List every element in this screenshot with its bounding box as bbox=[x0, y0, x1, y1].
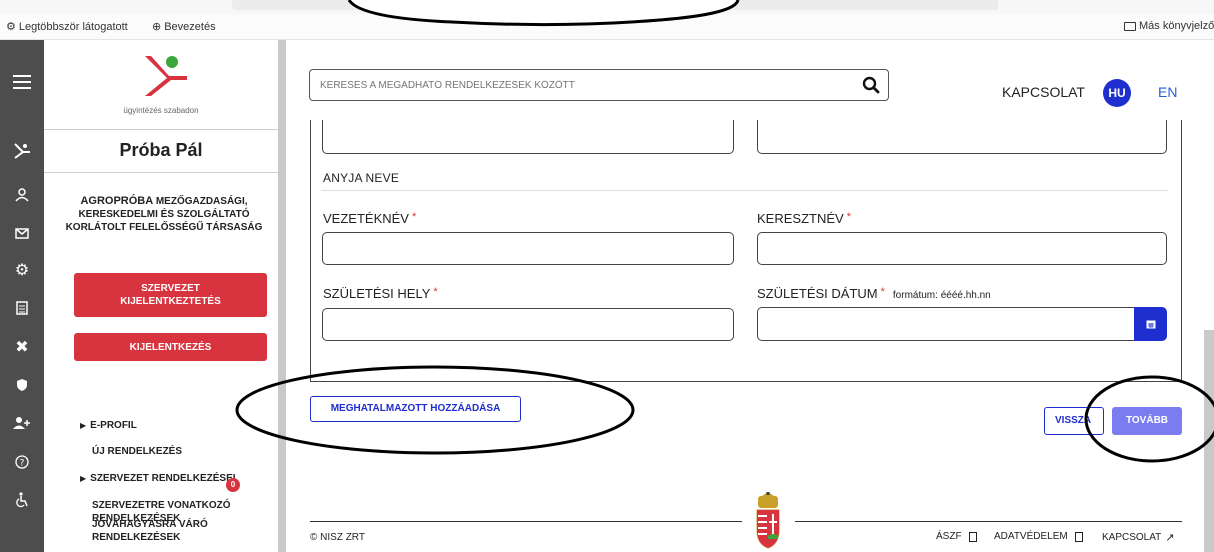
document-icon bbox=[968, 531, 977, 542]
pending-count-badge: 0 bbox=[226, 478, 240, 492]
logout-button[interactable]: KIJELENTKEZÉS bbox=[74, 333, 267, 361]
document-icon[interactable] bbox=[0, 293, 44, 323]
label-text: SZÜLETÉSI HELY bbox=[323, 286, 431, 301]
next-button[interactable]: TOVÁBB bbox=[1112, 407, 1182, 435]
previous-field-right[interactable] bbox=[757, 120, 1167, 154]
nav-label: JÓVÁHAGYÁSRA VÁRÓ RENDELKEZÉSEK bbox=[92, 519, 208, 543]
language-hu-button[interactable]: HU bbox=[1103, 79, 1131, 107]
bookmark-most-visited[interactable]: ⚙ Legtöbbször látogatott bbox=[6, 20, 128, 34]
nav-item-new-order[interactable]: ÚJ RENDELKEZÉS bbox=[92, 445, 182, 458]
first-name-label: KERESZTNÉV * bbox=[757, 211, 851, 226]
label-text: VEZETÉKNÉV bbox=[323, 211, 409, 226]
footer-link-privacy[interactable]: ADATVÉDELEM bbox=[994, 531, 1083, 542]
logo-area: ügyintézés szabadon bbox=[44, 40, 278, 130]
required-mark: * bbox=[411, 211, 417, 223]
calendar-button[interactable] bbox=[1134, 307, 1167, 341]
nav-item-org-orders[interactable]: ▶ SZERVEZET RENDELKEZÉSEI bbox=[80, 472, 236, 485]
required-mark: * bbox=[880, 286, 885, 298]
logo-icon[interactable] bbox=[0, 136, 44, 166]
organization-name: AGROPRÓBA MEZŐGAZDASÁGI, KERESKEDELMI ÉS… bbox=[64, 195, 264, 234]
birth-date-label: SZÜLETÉSI DÁTUM * formátum: éééé.hh.nn bbox=[757, 286, 991, 301]
add-proxy-button[interactable]: MEGHATALMAZOTT HOZZÁADÁSA bbox=[310, 396, 521, 422]
browser-chrome: ⚙ Legtöbbször látogatott ⊕ Bevezetés Más… bbox=[0, 0, 1214, 40]
nav-label: E-PROFIL bbox=[90, 420, 137, 431]
external-link-icon: ↗ bbox=[1165, 532, 1175, 544]
browser-tab-strip-2 bbox=[728, 0, 998, 10]
caret-right-icon: ▶ bbox=[80, 474, 87, 483]
org-name-short: AGROPRÓBA bbox=[80, 195, 156, 207]
folder-icon bbox=[1124, 21, 1136, 31]
organization-logout-button[interactable]: SZERVEZET KIJELENTKEZTETÉS bbox=[74, 273, 267, 317]
birth-place-label: SZÜLETÉSI HELY * bbox=[323, 286, 438, 301]
birth-date-field[interactable] bbox=[757, 307, 1137, 341]
caret-right-icon: ▶ bbox=[80, 421, 87, 430]
copyright-text: © NISZ ZRT bbox=[310, 532, 365, 543]
birth-place-field[interactable] bbox=[322, 308, 734, 341]
date-format-hint: formátum: éééé.hh.nn bbox=[892, 290, 991, 301]
nav-label: SZERVEZET RENDELKEZÉSEI bbox=[90, 473, 236, 484]
back-button[interactable]: VISSZA bbox=[1044, 407, 1104, 435]
footer-link-terms[interactable]: ÁSZF bbox=[936, 531, 977, 542]
user-name: Próba Pál bbox=[119, 140, 203, 160]
last-name-label: VEZETÉKNÉV * bbox=[323, 211, 416, 226]
calendar-icon bbox=[1146, 320, 1155, 329]
globe-icon: ⊕ bbox=[152, 21, 162, 33]
footer-link-label: KAPCSOLAT bbox=[1102, 532, 1162, 543]
scrollbar[interactable] bbox=[1204, 330, 1214, 552]
nav-label: ÚJ RENDELKEZÉS bbox=[92, 446, 183, 457]
side-panel: ügyintézés szabadon Próba Pál AGROPRÓBA … bbox=[44, 40, 286, 552]
footer-divider bbox=[310, 521, 742, 522]
footer-divider bbox=[795, 521, 1182, 522]
coat-of-arms-icon bbox=[756, 492, 780, 549]
required-mark: * bbox=[433, 286, 438, 298]
document-icon bbox=[1074, 531, 1083, 542]
footer-link-label: ÁSZF bbox=[936, 531, 962, 542]
tools-icon[interactable]: ✖ bbox=[0, 332, 44, 362]
contact-link[interactable]: KAPCSOLAT bbox=[1002, 84, 1085, 100]
icon-rail: ⚙ ✖ ? bbox=[0, 40, 44, 552]
label-text: KERESZTNÉV bbox=[757, 211, 844, 226]
bookmarks-bar: ⚙ Legtöbbször látogatott ⊕ Bevezetés Más… bbox=[0, 14, 1214, 40]
section-divider bbox=[321, 190, 1168, 191]
other-bookmarks-label: Más könyvjelzők bbox=[1139, 20, 1214, 32]
user-icon[interactable] bbox=[0, 180, 44, 210]
help-icon[interactable]: ? bbox=[0, 447, 44, 477]
logo-icon[interactable] bbox=[139, 52, 191, 100]
nav-item-e-profile[interactable]: ▶ E-PROFIL bbox=[80, 419, 137, 432]
label-text: SZÜLETÉSI DÁTUM bbox=[757, 286, 878, 301]
gear-icon: ⚙ bbox=[6, 21, 16, 33]
bookmark-label: Legtöbbször látogatott bbox=[18, 20, 128, 33]
svg-text:?: ? bbox=[20, 459, 25, 469]
nav-item-pending-approval[interactable]: JÓVÁHAGYÁSRA VÁRÓ RENDELKEZÉSEK bbox=[92, 518, 222, 544]
language-en-link[interactable]: EN bbox=[1158, 84, 1177, 100]
bookmark-label: Bevezetés bbox=[164, 20, 216, 33]
shield-icon[interactable] bbox=[0, 370, 44, 400]
other-bookmarks[interactable]: Más könyvjelzők bbox=[1124, 20, 1214, 32]
search-input[interactable] bbox=[320, 77, 840, 93]
search-icon[interactable] bbox=[862, 76, 880, 94]
bookmark-intro[interactable]: ⊕ Bevezetés bbox=[152, 20, 216, 34]
browser-tab-strip bbox=[232, 0, 718, 10]
first-name-field[interactable] bbox=[757, 232, 1167, 265]
add-user-icon[interactable] bbox=[0, 408, 44, 438]
logo-caption: ügyintézés szabadon bbox=[123, 106, 199, 115]
mail-icon[interactable] bbox=[0, 218, 44, 248]
footer-link-contact[interactable]: KAPCSOLAT ↗ bbox=[1102, 531, 1175, 544]
settings-icon[interactable]: ⚙ bbox=[0, 255, 44, 285]
previous-field-left[interactable] bbox=[322, 120, 734, 154]
accessibility-icon[interactable] bbox=[0, 485, 44, 515]
search-box bbox=[309, 69, 889, 101]
last-name-field[interactable] bbox=[322, 232, 734, 265]
section-title: ANYJA NEVE bbox=[323, 171, 400, 185]
footer-link-label: ADATVÉDELEM bbox=[994, 531, 1068, 542]
divider bbox=[44, 172, 278, 173]
menu-icon[interactable] bbox=[0, 67, 44, 97]
required-mark: * bbox=[846, 211, 851, 223]
